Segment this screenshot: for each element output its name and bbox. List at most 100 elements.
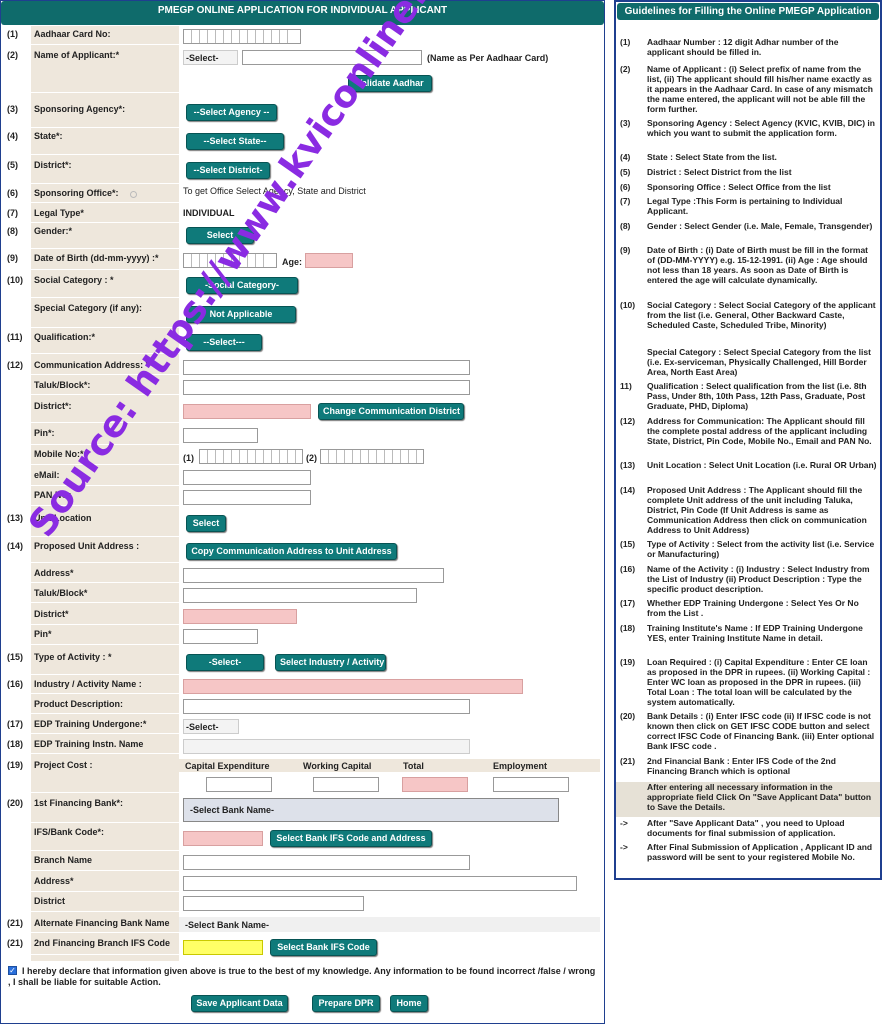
form-row: (8) Gender:* [3,223,601,249]
guideline-text: Date of Birth : (i) Date of Birth must b… [647,245,868,285]
row-label: EDP Training Instn. Name [34,739,144,749]
email-input[interactable] [183,470,311,485]
row-label: District* [34,609,69,619]
guideline-text: Unit Location : Select Unit Location (i.… [647,460,877,470]
activity-type-select[interactable]: -Select- [186,654,264,671]
row-label: Proposed Unit Address : [34,541,140,551]
district-select[interactable]: --Select District- [186,162,270,179]
guideline-item: Special Category : Select Special Catego… [616,347,880,380]
unit-address-input[interactable] [183,568,444,583]
dob-input[interactable] [183,253,277,268]
form-row: (3) Sponsoring Agency*: [3,101,601,128]
validate-aadhar-button[interactable]: Validate Aadhar [348,75,432,92]
row-label: Unit Location [34,513,92,523]
edp-select[interactable]: -Select- [183,719,239,734]
mobile2-input[interactable] [320,449,424,464]
product-description-input[interactable] [183,699,470,714]
guidelines-panel: Guidelines for Filling the Online PMEGP … [614,0,882,880]
guideline-text: Special Category : Select Special Catego… [647,347,871,377]
row-label: District*: [34,401,72,411]
form-row: District* [3,606,601,625]
unit-location-select[interactable]: Select [186,515,226,532]
row-label: Product Description: [34,699,124,709]
guideline-number: (9) [620,245,631,255]
select-ifs2-button[interactable]: Select Bank IFS Code [270,939,377,956]
guideline-text: Sponsoring Office : Select Office from t… [647,182,831,192]
save-applicant-button[interactable]: Save Applicant Data [191,995,288,1012]
row-number: (19) [7,760,24,770]
copy-address-button[interactable]: Copy Communication Address to Unit Addre… [186,543,397,560]
guideline-item: (16) Name of the Activity : (i) Industry … [616,564,880,597]
row-number: (12) [7,360,24,370]
select-industry-button[interactable]: Select Industry / Activity [275,654,386,671]
working-capital-input[interactable] [313,777,379,792]
comm-pin-input[interactable] [183,428,258,443]
applicant-name-input[interactable] [242,50,422,65]
guideline-text: Aadhaar Number : 12 digit Adhar number o… [647,37,839,57]
guideline-number: (20) [620,711,636,721]
unit-pin-input[interactable] [183,629,258,644]
bank-address-input[interactable] [183,876,577,891]
prepare-dpr-button[interactable]: Prepare DPR [312,995,380,1012]
guideline-item: (4) State : Select State from the list. [616,152,880,166]
gender-select[interactable]: Select [186,227,254,244]
pan-input[interactable] [183,490,311,505]
select-ifs-button[interactable]: Select Bank IFS Code and Address [270,830,432,847]
mobile2-label: (2) [306,453,317,463]
guideline-text: State : Select State from the list. [647,152,777,162]
row-label: Project Cost : [34,760,93,770]
bank-select[interactable]: -Select Bank Name- [183,798,559,822]
form-row: (7) Legal Type* [3,205,601,223]
guideline-text: After "Save Applicant Data" , you need t… [647,818,845,838]
guideline-number: (6) [620,182,631,192]
guideline-item: (14) Proposed Unit Address : The Applican… [616,485,880,538]
guideline-item: (3) Sponsoring Agency : Select Agency (KV… [616,118,880,151]
home-button[interactable]: Home [390,995,428,1012]
branch-name-input[interactable] [183,855,470,870]
comm-taluk-input[interactable] [183,380,470,395]
guideline-item: (1) Aadhaar Number : 12 digit Adhar numbe… [616,37,880,63]
guideline-number: (1) [620,37,631,47]
unit-taluk-input[interactable] [183,588,417,603]
comm-address-input[interactable] [183,360,470,375]
second-ifs-field[interactable] [183,940,263,955]
unit-district-field [183,609,297,624]
mobile1-input[interactable] [199,449,303,464]
guideline-number: (7) [620,196,631,206]
guideline-item: (8) Gender : Select Gender (i.e. Male, Fe… [616,221,880,244]
guideline-number: 11) [620,381,632,391]
form-row: Special Category (if any): [3,300,601,328]
guideline-text: Legal Type :This Form is pertaining to I… [647,196,843,216]
office-radio[interactable] [130,191,137,198]
bank-district-input[interactable] [183,896,364,911]
col-employment: Employment [493,761,548,771]
capital-input[interactable] [206,777,272,792]
row-label: District [34,896,66,906]
special-category-select[interactable]: Not Applicable [186,306,296,323]
agency-select[interactable]: --Select Agency -- [186,104,277,121]
alt-bank-select[interactable]: -Select Bank Name- [179,917,600,932]
ifs-code-field [183,831,263,846]
guideline-item: (9) Date of Birth : (i) Date of Birth mus… [616,245,880,299]
edp-institute-input[interactable] [183,739,470,754]
state-select[interactable]: --Select State-- [186,133,284,150]
aadhaar-input[interactable] [183,29,301,44]
change-district-button[interactable]: Change Communication District [318,403,464,420]
guideline-text: Gender : Select Gender (i.e. Male, Femal… [647,221,873,231]
form-row: (10) Social Category : * [3,272,601,298]
row-label: Qualification:* [34,332,96,342]
employment-input[interactable] [493,777,569,792]
name-prefix-select[interactable]: -Select- [183,50,238,65]
guidelines-title: Guidelines for Filling the Online PMEGP … [617,3,879,20]
guideline-number: (18) [620,623,636,633]
row-number: (9) [7,253,18,263]
social-category-select[interactable]: -Social Category- [186,277,298,294]
guideline-text: Type of Activity : Select from the activ… [647,539,875,559]
form-row: (17) EDP Training Undergone:* [3,716,601,734]
age-field [305,253,353,268]
form-row: Pin* [3,626,601,645]
guideline-item: -> After Final Submission of Application … [616,842,880,880]
guideline-text: Proposed Unit Address : The Applicant sh… [647,485,867,535]
qualification-select[interactable]: --Select--- [186,334,262,351]
row-number: (4) [7,131,18,141]
